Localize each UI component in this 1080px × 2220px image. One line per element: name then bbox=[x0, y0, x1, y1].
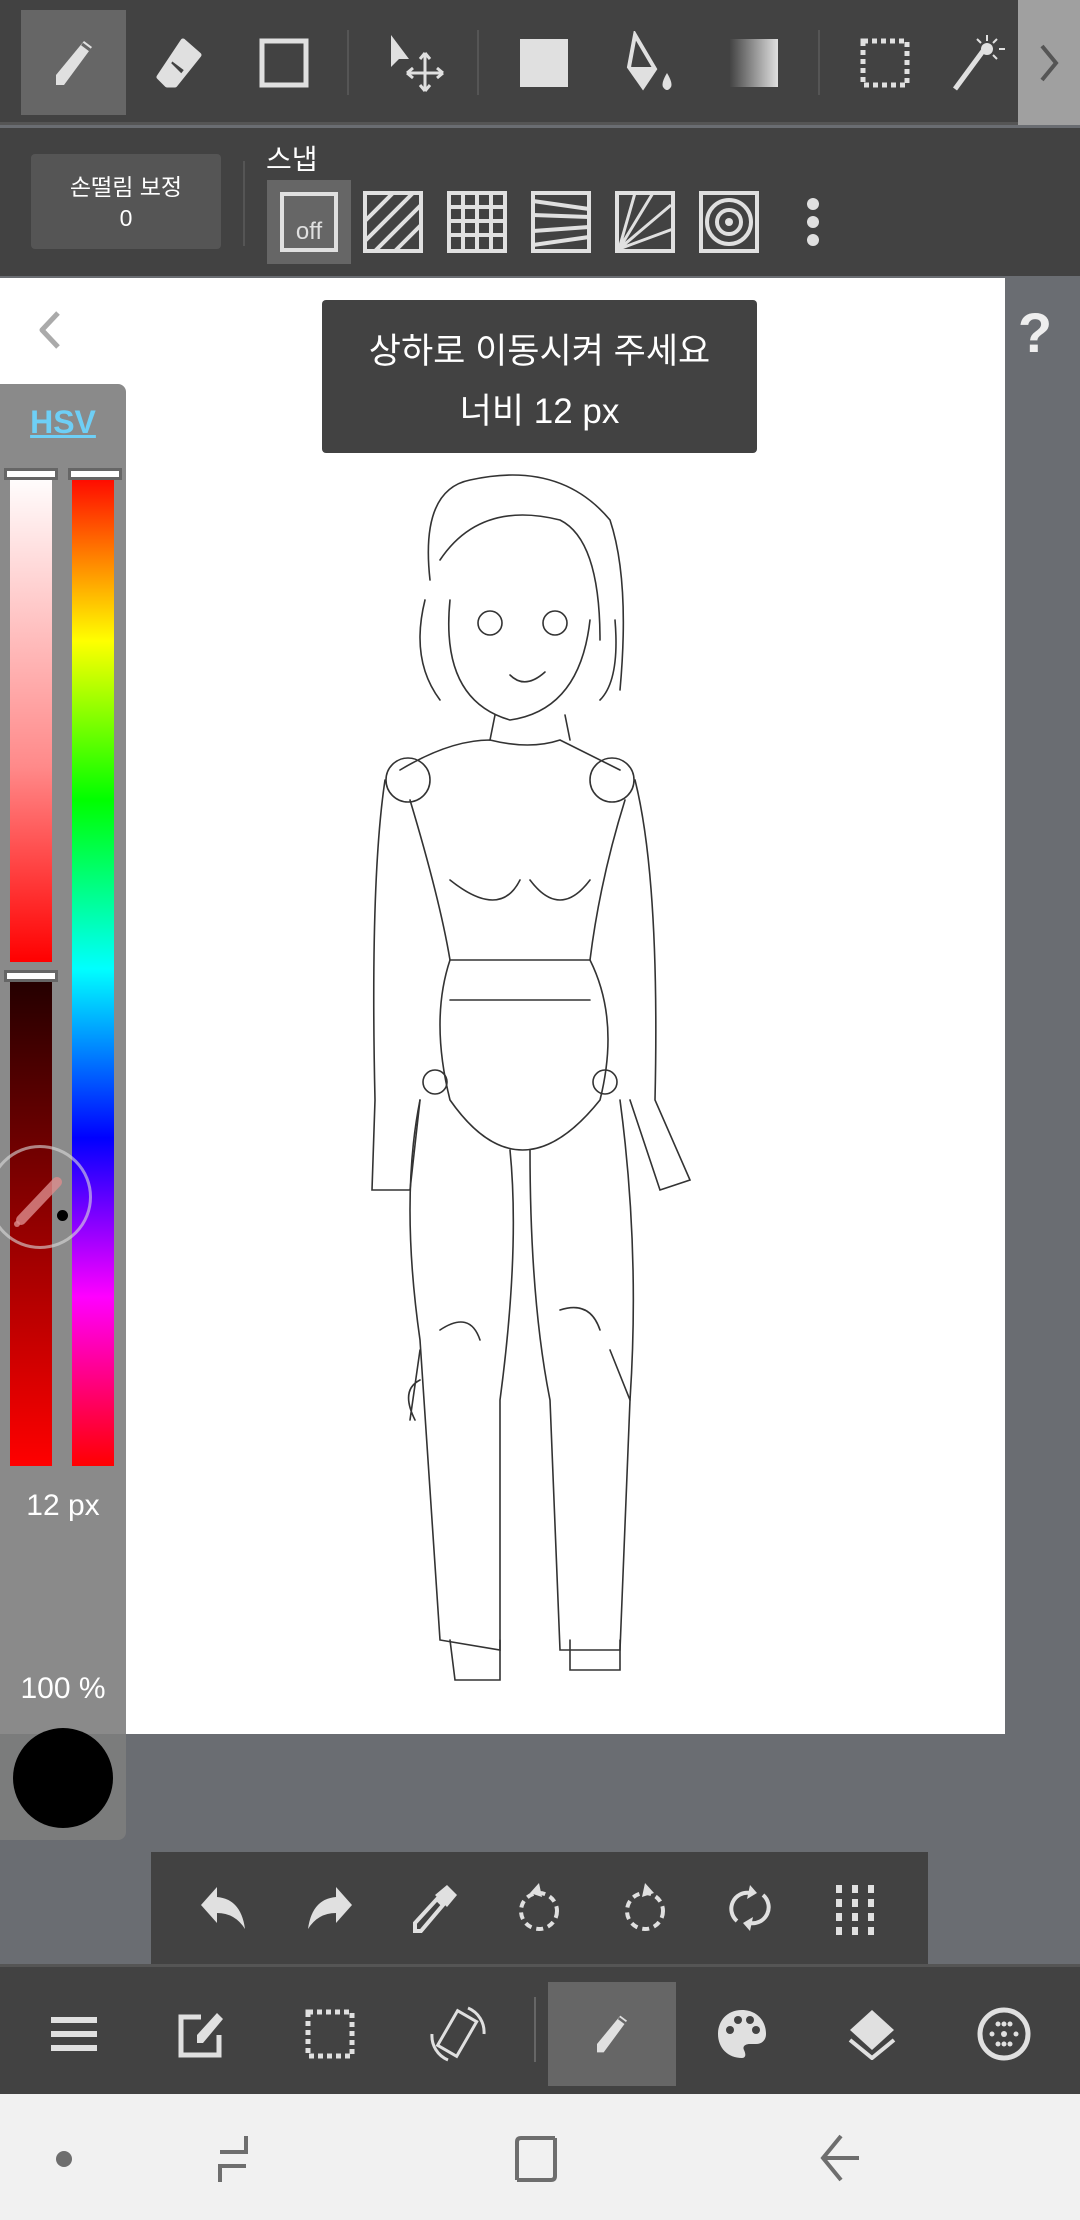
palette-button[interactable] bbox=[678, 1982, 806, 2086]
selection-button[interactable] bbox=[266, 1982, 394, 2086]
snap-label: 스냅 bbox=[266, 144, 318, 175]
rotate-canvas-icon bbox=[430, 2006, 486, 2062]
gradient-tool-button[interactable] bbox=[701, 10, 806, 115]
chevron-left-icon bbox=[39, 311, 60, 349]
layers-icon bbox=[848, 2010, 896, 2060]
more-tools-button[interactable] bbox=[1018, 0, 1080, 125]
opacity-label[interactable]: 100 % bbox=[0, 1672, 126, 1706]
more-vertical-icon bbox=[807, 198, 819, 246]
perspective-icon bbox=[531, 191, 591, 253]
selection-icon bbox=[860, 38, 909, 87]
eyedropper-icon[interactable] bbox=[407, 1881, 461, 1935]
menu-button[interactable] bbox=[10, 1982, 138, 2086]
divider bbox=[534, 1997, 536, 2062]
layers-button[interactable] bbox=[808, 1982, 936, 2086]
tooltip-line1: 상하로 이동시켜 주세요 bbox=[368, 332, 711, 371]
system-nav-bar bbox=[0, 2094, 1080, 2220]
material-icon bbox=[977, 2007, 1031, 2061]
hamburger-icon bbox=[51, 2017, 97, 2051]
hue-slider-handle[interactable] bbox=[68, 468, 122, 480]
quick-tools-bar bbox=[151, 1852, 928, 1964]
edit-icon bbox=[178, 2013, 223, 2058]
tooltip: 상하로 이동시켜 주세요 너비 12 px bbox=[322, 300, 757, 453]
brush-size-label[interactable]: 12 px bbox=[0, 1489, 126, 1523]
concentric-circles-icon bbox=[699, 191, 759, 253]
palette-icon bbox=[718, 2010, 766, 2058]
current-color-swatch[interactable] bbox=[13, 1728, 113, 1828]
top-toolbar bbox=[0, 0, 1080, 125]
hue-slider[interactable] bbox=[72, 472, 114, 1466]
bottom-bar bbox=[0, 1964, 1080, 2094]
snap-perspective-button[interactable] bbox=[519, 180, 603, 264]
move-tool-button[interactable] bbox=[362, 10, 467, 115]
eraser-tool-button[interactable] bbox=[126, 10, 231, 115]
select-tool-button[interactable] bbox=[832, 10, 937, 115]
shape-tool-button[interactable] bbox=[231, 10, 336, 115]
divider bbox=[347, 30, 349, 95]
stabilizer-button[interactable]: 손떨림 보정 0 bbox=[31, 154, 221, 249]
color-mode-link[interactable]: HSV bbox=[0, 404, 126, 441]
eyedropper-icon bbox=[14, 1177, 62, 1227]
fill-rect-tool-button[interactable] bbox=[491, 10, 596, 115]
snap-concentric-button[interactable] bbox=[687, 180, 771, 264]
brush-options-bar: 손떨림 보정 0 스냅 off bbox=[0, 128, 1080, 276]
eraser-icon bbox=[156, 38, 201, 87]
snap-radial-button[interactable] bbox=[603, 180, 687, 264]
radial-lines-icon bbox=[615, 191, 675, 253]
bucket-icon bbox=[626, 30, 671, 91]
selection-icon bbox=[305, 2009, 355, 2059]
tooltip-line2: 너비 12 px bbox=[459, 392, 620, 431]
brush-button[interactable] bbox=[548, 1982, 676, 2086]
sketch-drawing bbox=[371, 474, 692, 1681]
saturation-slider[interactable] bbox=[10, 472, 52, 962]
rotate-canvas-button[interactable] bbox=[394, 1982, 522, 2086]
home-button[interactable] bbox=[496, 2124, 576, 2194]
move-icon bbox=[390, 34, 444, 92]
recent-apps-icon bbox=[218, 2136, 248, 2182]
stabilizer-value: 0 bbox=[119, 205, 133, 231]
home-icon bbox=[515, 2136, 557, 2182]
divider bbox=[818, 30, 820, 95]
divider bbox=[243, 161, 245, 246]
flip-icon[interactable] bbox=[723, 1881, 777, 1935]
redo-icon[interactable] bbox=[302, 1881, 356, 1935]
undo-icon[interactable] bbox=[197, 1881, 251, 1935]
stabilizer-label: 손떨림 보정 bbox=[69, 174, 183, 200]
saturation-slider-handle[interactable] bbox=[4, 468, 58, 480]
eyedropper-float-button[interactable] bbox=[0, 1145, 92, 1249]
snap-off-button[interactable]: off bbox=[267, 180, 351, 264]
help-button[interactable]: ? bbox=[1005, 300, 1065, 370]
snap-off-icon: off bbox=[280, 192, 338, 252]
nav-dot-button[interactable] bbox=[24, 2124, 104, 2194]
snap-parallel-button[interactable] bbox=[351, 180, 435, 264]
snap-more-button[interactable] bbox=[771, 180, 855, 264]
rectangle-outline-icon bbox=[259, 38, 308, 87]
collapse-panel-button[interactable] bbox=[30, 305, 70, 355]
divider bbox=[477, 30, 479, 95]
material-button[interactable] bbox=[940, 1982, 1068, 2086]
bucket-tool-button[interactable] bbox=[596, 10, 701, 115]
rotate-left-icon[interactable] bbox=[512, 1881, 566, 1935]
magic-wand-tool-button[interactable] bbox=[937, 10, 1017, 115]
color-panel: HSV 12 px 100 % bbox=[0, 384, 126, 1840]
rotate-right-icon[interactable] bbox=[618, 1881, 672, 1935]
chevron-right-icon bbox=[1040, 44, 1059, 81]
grid-icon bbox=[447, 191, 507, 253]
grid-menu-icon[interactable] bbox=[828, 1881, 882, 1935]
pen-icon bbox=[597, 2015, 627, 2053]
edit-button[interactable] bbox=[138, 1982, 266, 2086]
back-icon bbox=[820, 2134, 859, 2182]
dot-icon bbox=[56, 2151, 72, 2167]
drawing-canvas[interactable] bbox=[0, 278, 1005, 1734]
value-slider-handle[interactable] bbox=[4, 970, 58, 982]
pen-tool-button[interactable] bbox=[21, 10, 126, 115]
pen-icon bbox=[55, 40, 92, 85]
parallel-lines-icon bbox=[363, 191, 423, 253]
snap-grid-button[interactable] bbox=[435, 180, 519, 264]
back-button[interactable] bbox=[800, 2124, 880, 2194]
filled-rectangle-icon bbox=[519, 38, 568, 87]
gradient-icon bbox=[729, 38, 778, 87]
recent-apps-button[interactable] bbox=[193, 2124, 273, 2194]
magic-wand-icon bbox=[952, 34, 1005, 90]
